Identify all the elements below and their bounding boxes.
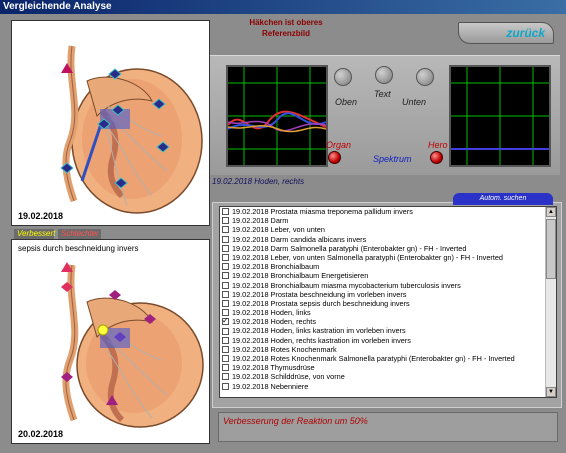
list-item-checkbox[interactable]	[222, 244, 229, 252]
analysis-list[interactable]: 19.02.2018 Prostata miasma treponema pal…	[219, 206, 557, 398]
list-item-checkbox[interactable]	[222, 217, 229, 225]
list-item-label: 19.02.2018 Hoden, rechts	[232, 317, 316, 327]
selected-context: 19.02.2018 Hoden, rechts	[212, 177, 305, 186]
spectrum-label: Spektrum	[373, 154, 412, 164]
list-item[interactable]: 19.02.2018 Leber, von unten	[220, 225, 546, 234]
list-item-checkbox[interactable]	[222, 299, 229, 307]
tab-worse[interactable]: Schlechter	[58, 229, 101, 239]
list-item-checkbox[interactable]	[222, 208, 229, 216]
list-item-label: 19.02.2018 Schilddrüse, von vorne	[232, 372, 345, 382]
list-item[interactable]: 19.02.2018 Prostata miasma treponema pal…	[220, 207, 546, 216]
result-text: Verbesserung der Reaktion um 50%	[218, 412, 558, 442]
scroll-down-icon[interactable]: ▼	[546, 387, 556, 397]
knob-label-bottom: Unten	[402, 97, 427, 107]
testis-illustration-top	[60, 45, 203, 214]
list-item-checkbox[interactable]	[222, 316, 229, 326]
knob-label-text: Text	[374, 89, 391, 99]
list-item[interactable]: 19.02.2018 Leber, von unten Salmonella p…	[220, 253, 546, 262]
scroll-thumb[interactable]	[546, 219, 556, 279]
list-item[interactable]: 19.02.2018 Schilddrüse, von vorne	[220, 372, 546, 381]
list-item[interactable]: 19.02.2018 Hoden, rechts	[220, 316, 546, 327]
list-item-label: 19.02.2018 Prostata beschneidung im vorl…	[232, 289, 407, 299]
reference-image-panel: 19.02.2018	[11, 20, 210, 226]
organ-label: Organ	[326, 140, 352, 150]
auto-search-button[interactable]: Autom. suchen	[453, 193, 553, 205]
back-button[interactable]: zurück	[458, 22, 554, 44]
reference-note: Häkchen ist oberes Referenzbild	[232, 17, 340, 39]
scroll-up-icon[interactable]: ▲	[546, 207, 556, 217]
list-item-label: 19.02.2018 Nebenniere	[232, 381, 309, 391]
list-item-checkbox[interactable]	[222, 281, 229, 289]
oscilloscope-left	[226, 65, 328, 167]
list-item[interactable]: 19.02.2018 Rotes Knochenmark	[220, 345, 546, 354]
list-item-checkbox[interactable]	[222, 263, 229, 271]
list-item-checkbox[interactable]	[222, 345, 229, 353]
list-item[interactable]: 19.02.2018 Hoden, links kastration im vo…	[220, 326, 546, 335]
list-item[interactable]: 19.02.2018 Rotes Knochenmark Salmonella …	[220, 354, 546, 363]
list-item-label: 19.02.2018 Hoden, links	[232, 308, 311, 318]
bottom-image-date: 20.02.2018	[18, 429, 64, 439]
list-item-label: 19.02.2018 Prostata miasma treponema pal…	[232, 207, 413, 216]
analysis-list-rows: 19.02.2018 Prostata miasma treponema pal…	[220, 207, 546, 391]
list-item-label: 19.02.2018 Darm	[232, 216, 289, 226]
list-item-checkbox[interactable]	[222, 355, 229, 363]
list-item-checkbox[interactable]	[222, 235, 229, 243]
list-item-checkbox[interactable]	[222, 226, 229, 234]
list-item-label: 19.02.2018 Hoden, rechts kastration im v…	[232, 335, 411, 345]
list-item[interactable]: 19.02.2018 Bronchialbaum miasma mycobact…	[220, 281, 546, 290]
list-item-checkbox[interactable]	[222, 272, 229, 280]
list-item[interactable]: 19.02.2018 Hoden, links	[220, 308, 546, 317]
list-item[interactable]: 19.02.2018 Darm candida albicans invers	[220, 235, 546, 244]
reference-note-line1: Häkchen ist oberes	[249, 18, 323, 27]
list-item-label: 19.02.2018 Bronchialbaum miasma mycobact…	[232, 280, 461, 290]
list-item[interactable]: 19.02.2018 Hoden, rechts kastration im v…	[220, 336, 546, 345]
knob-label-top: Oben	[335, 97, 358, 107]
comparison-image-panel: sepsis durch beschneidung invers 20.02.2…	[11, 239, 210, 444]
list-item[interactable]: 19.02.2018 Nebenniere	[220, 382, 546, 391]
list-item-checkbox[interactable]	[222, 290, 229, 298]
list-item-label: 19.02.2018 Bronchialbaum Energetisieren	[232, 271, 369, 281]
comparison-caption: sepsis durch beschneidung invers	[18, 244, 139, 253]
list-item-label: 19.02.2018 Bronchialbaum	[232, 262, 320, 272]
list-item-label: 19.02.2018 Leber, von unten	[232, 225, 325, 235]
list-item-checkbox[interactable]	[222, 336, 229, 344]
list-scrollbar[interactable]: ▲ ▼	[545, 207, 556, 397]
list-item[interactable]: 19.02.2018 Darm	[220, 216, 546, 225]
reference-note-line2: Referenzbild	[261, 29, 310, 38]
list-item[interactable]: 19.02.2018 Bronchialbaum	[220, 262, 546, 271]
tab-improved[interactable]: Verbessert	[14, 229, 55, 239]
knob-text[interactable]	[375, 66, 393, 84]
list-item-checkbox[interactable]	[222, 364, 229, 372]
hero-led[interactable]	[430, 151, 443, 164]
list-item-checkbox[interactable]	[222, 382, 229, 390]
list-item-label: 19.02.2018 Prostata sepsis durch beschne…	[232, 298, 410, 308]
list-item-checkbox[interactable]	[222, 373, 229, 381]
list-item-label: 19.02.2018 Leber, von unten Salmonella p…	[232, 252, 503, 262]
list-item-checkbox[interactable]	[222, 327, 229, 335]
list-item-label: 19.02.2018 Thymusdrüse	[232, 363, 315, 373]
knob-top[interactable]	[334, 68, 352, 86]
testis-illustration-bottom	[61, 262, 204, 428]
list-item-label: 19.02.2018 Rotes Knochenmark Salmonella …	[232, 354, 515, 363]
list-item[interactable]: 19.02.2018 Bronchialbaum Energetisieren	[220, 271, 546, 280]
list-item[interactable]: 19.02.2018 Prostata sepsis durch beschne…	[220, 299, 546, 308]
list-item-label: 19.02.2018 Darm Salmonella paratyphi (En…	[232, 243, 467, 253]
list-item-label: 19.02.2018 Rotes Knochenmark	[232, 344, 337, 354]
top-image-date: 19.02.2018	[18, 211, 64, 221]
oscilloscope-right	[449, 65, 551, 167]
list-item[interactable]: 19.02.2018 Prostata beschneidung im vorl…	[220, 290, 546, 299]
list-item-label: 19.02.2018 Hoden, links kastration im vo…	[232, 326, 406, 336]
organ-led[interactable]	[328, 151, 341, 164]
list-item-label: 19.02.2018 Darm candida albicans invers	[232, 234, 367, 244]
list-item[interactable]: 19.02.2018 Darm Salmonella paratyphi (En…	[220, 244, 546, 253]
list-item[interactable]: 19.02.2018 Thymusdrüse	[220, 363, 546, 372]
list-item-checkbox[interactable]	[222, 254, 229, 262]
list-item-checkbox[interactable]	[222, 309, 229, 317]
window-title: Vergleichende Analyse	[0, 0, 566, 14]
hero-label: Hero	[428, 140, 448, 150]
knob-bottom[interactable]	[416, 68, 434, 86]
